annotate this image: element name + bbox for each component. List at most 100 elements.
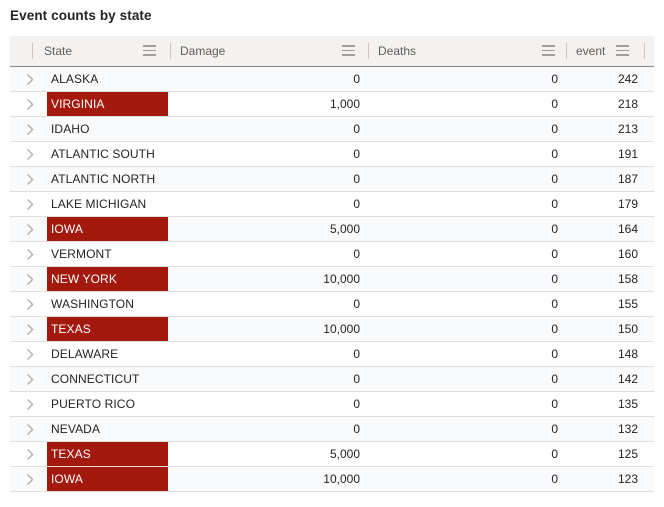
cell-state[interactable]: NEVADA	[47, 417, 168, 441]
chevron-right-icon[interactable]	[22, 467, 38, 491]
cell-state[interactable]: PUERTO RICO	[47, 392, 168, 416]
cell-state[interactable]: ATLANTIC SOUTH	[47, 142, 168, 166]
table-row[interactable]: NEW YORK 10,000 0 158	[10, 267, 654, 292]
chevron-right-icon[interactable]	[22, 317, 38, 341]
cell-state[interactable]: WASHINGTON	[47, 292, 168, 316]
cell-state-label: LAKE MICHIGAN	[51, 197, 147, 211]
cell-state-label: VIRGINIA	[51, 97, 105, 111]
table-row[interactable]: CONNECTICUT 0 0 142	[10, 367, 654, 392]
cell-state[interactable]: TEXAS	[47, 442, 168, 466]
cell-state-label: ALASKA	[51, 72, 99, 86]
cell-state-label: IOWA	[51, 222, 83, 236]
cell-damage: 0	[353, 247, 360, 261]
chevron-right-icon[interactable]	[22, 392, 38, 416]
cell-damage: 0	[353, 172, 360, 186]
cell-deaths: 0	[551, 472, 558, 486]
column-header-event[interactable]: event	[576, 36, 605, 66]
cell-state[interactable]: CONNECTICUT	[47, 367, 168, 391]
header-divider	[32, 43, 33, 59]
column-header-deaths[interactable]: Deaths	[378, 36, 416, 66]
cell-state[interactable]: IOWA	[47, 467, 168, 491]
table-row[interactable]: PUERTO RICO 0 0 135	[10, 392, 654, 417]
cell-state[interactable]: DELAWARE	[47, 342, 168, 366]
cell-state-label: TEXAS	[51, 322, 91, 336]
cell-deaths: 0	[551, 122, 558, 136]
chevron-right-icon[interactable]	[22, 217, 38, 241]
table-row[interactable]: IDAHO 0 0 213	[10, 117, 654, 142]
chevron-right-icon[interactable]	[22, 242, 38, 266]
table-row[interactable]: VERMONT 0 0 160	[10, 242, 654, 267]
cell-deaths: 0	[551, 372, 558, 386]
chevron-right-icon[interactable]	[22, 67, 38, 91]
chevron-right-icon[interactable]	[22, 167, 38, 191]
cell-deaths: 0	[551, 422, 558, 436]
cell-damage: 0	[353, 122, 360, 136]
page-title: Event counts by state	[10, 8, 152, 23]
cell-event: 158	[617, 272, 638, 286]
table-header-row: State Damage Deaths event	[10, 36, 654, 67]
chevron-right-icon[interactable]	[22, 192, 38, 216]
cell-state-label: NEW YORK	[51, 272, 117, 286]
table-row[interactable]: IOWA 5,000 0 164	[10, 217, 654, 242]
cell-state[interactable]: NEW YORK	[47, 267, 168, 291]
hamburger-menu-icon-state[interactable]	[143, 45, 156, 56]
cell-state[interactable]: IDAHO	[47, 117, 168, 141]
chevron-right-icon[interactable]	[22, 267, 38, 291]
table-row[interactable]: WASHINGTON 0 0 155	[10, 292, 654, 317]
cell-damage: 0	[353, 422, 360, 436]
table-row[interactable]: TEXAS 10,000 0 150	[10, 317, 654, 342]
cell-state-label: ATLANTIC NORTH	[51, 172, 156, 186]
cell-event: 125	[617, 447, 638, 461]
cell-deaths: 0	[551, 222, 558, 236]
cell-state[interactable]: ATLANTIC NORTH	[47, 167, 168, 191]
table-row[interactable]: DELAWARE 0 0 148	[10, 342, 654, 367]
cell-damage: 0	[353, 72, 360, 86]
table-row[interactable]: LAKE MICHIGAN 0 0 179	[10, 192, 654, 217]
table-row[interactable]: NEVADA 0 0 132	[10, 417, 654, 442]
cell-state-label: ATLANTIC SOUTH	[51, 147, 155, 161]
header-divider	[368, 43, 369, 59]
cell-deaths: 0	[551, 172, 558, 186]
chevron-right-icon[interactable]	[22, 142, 38, 166]
cell-state[interactable]: ALASKA	[47, 67, 168, 91]
cell-deaths: 0	[551, 247, 558, 261]
cell-state[interactable]: IOWA	[47, 217, 168, 241]
column-header-label: State	[44, 44, 73, 58]
cell-state[interactable]: VIRGINIA	[47, 92, 168, 116]
chevron-right-icon[interactable]	[22, 442, 38, 466]
cell-state-label: IOWA	[51, 472, 83, 486]
chevron-right-icon[interactable]	[22, 92, 38, 116]
cell-damage: 10,000	[323, 322, 360, 336]
table-row[interactable]: ATLANTIC SOUTH 0 0 191	[10, 142, 654, 167]
table-row[interactable]: VIRGINIA 1,000 0 218	[10, 92, 654, 117]
chevron-right-icon[interactable]	[22, 117, 38, 141]
cell-state[interactable]: VERMONT	[47, 242, 168, 266]
chevron-right-icon[interactable]	[22, 342, 38, 366]
chevron-right-icon[interactable]	[22, 367, 38, 391]
cell-state-label: DELAWARE	[51, 347, 119, 361]
table-row[interactable]: ALASKA 0 0 242	[10, 67, 654, 92]
column-header-label: event	[576, 44, 606, 58]
cell-event: 148	[617, 347, 638, 361]
matrix-table: State Damage Deaths event ALASKA 0 0 242 VIR…	[10, 36, 654, 501]
cell-state[interactable]: LAKE MICHIGAN	[47, 192, 168, 216]
cell-state-label: PUERTO RICO	[51, 397, 136, 411]
table-body: ALASKA 0 0 242 VIRGINIA 1,000 0 218 IDAHO 0 0 213 AT…	[10, 67, 654, 501]
cell-state[interactable]: TEXAS	[47, 317, 168, 341]
table-row[interactable]: TEXAS 5,000 0 125	[10, 442, 654, 467]
cell-deaths: 0	[551, 297, 558, 311]
cell-damage: 0	[353, 372, 360, 386]
column-header-damage[interactable]: Damage	[180, 36, 225, 66]
cell-deaths: 0	[551, 97, 558, 111]
chevron-right-icon[interactable]	[22, 417, 38, 441]
hamburger-menu-icon-event[interactable]	[616, 45, 629, 56]
table-row[interactable]: ATLANTIC NORTH 0 0 187	[10, 167, 654, 192]
cell-event: 150	[617, 322, 638, 336]
cell-event: 155	[617, 297, 638, 311]
hamburger-menu-icon-deaths[interactable]	[542, 45, 555, 56]
column-header-state[interactable]: State	[44, 36, 72, 66]
hamburger-menu-icon-damage[interactable]	[342, 45, 355, 56]
chevron-right-icon[interactable]	[22, 292, 38, 316]
table-row[interactable]: IOWA 10,000 0 123	[10, 467, 654, 492]
cell-state-label: IDAHO	[51, 122, 90, 136]
